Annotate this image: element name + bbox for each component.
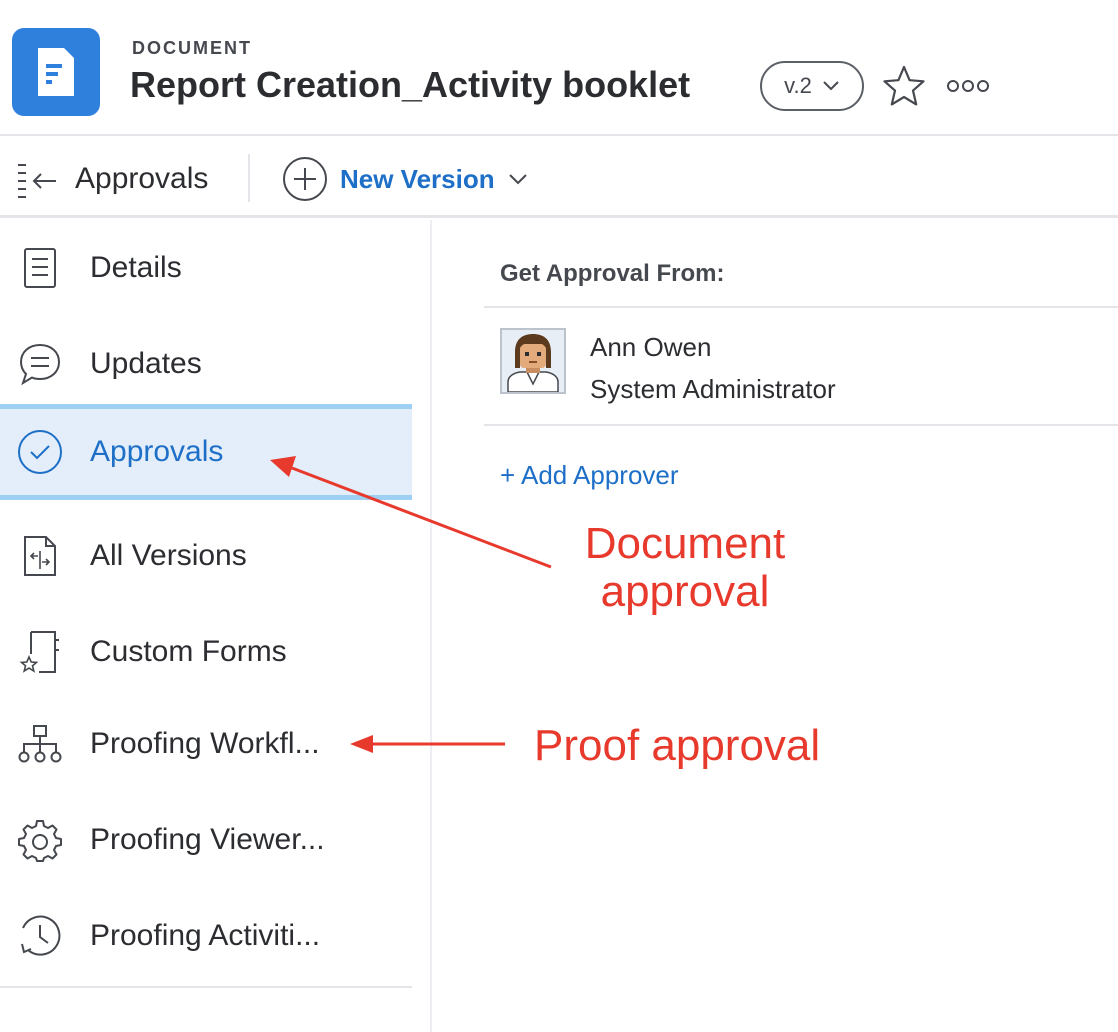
sidebar-item-updates[interactable]: Updates — [0, 316, 412, 412]
versions-icon — [16, 532, 64, 580]
sidebar-item-proofing-viewer[interactable]: Proofing Viewer... — [0, 792, 412, 888]
sidebar-item-label: Custom Forms — [90, 635, 287, 668]
toolbar-divider — [248, 154, 250, 202]
sidebar-item-label: All Versions — [90, 539, 247, 572]
chevron-down-icon — [823, 81, 839, 91]
document-approval-annotation: Document approval — [584, 519, 786, 617]
sidebar-item-custom-forms[interactable]: Custom Forms — [0, 604, 412, 700]
version-label: v.2 — [784, 73, 812, 98]
proof-approval-annotation: Proof approval — [534, 721, 821, 770]
new-version-button[interactable]: New Version — [282, 156, 529, 202]
document-title[interactable]: Report Creation_Activity booklet — [130, 64, 690, 106]
add-approver-link[interactable]: + Add Approver — [500, 460, 679, 491]
more-options-button[interactable] — [944, 72, 992, 100]
document-type-label: DOCUMENT — [132, 38, 252, 58]
approver-name: Ann Owen — [590, 332, 712, 362]
collapse-panel-icon[interactable] — [16, 162, 58, 198]
chevron-down-icon — [508, 174, 527, 185]
sidebar-item-label: Updates — [90, 347, 202, 380]
sidebar-item-label: Proofing Activiti... — [90, 919, 321, 952]
sidebar-item-all-versions[interactable]: All Versions — [0, 508, 412, 604]
workflow-icon — [16, 720, 64, 768]
history-icon — [16, 912, 64, 960]
sidebar-item-label: Proofing Viewer... — [90, 823, 325, 856]
sidebar-item-details[interactable]: Details — [0, 220, 412, 316]
sidebar-item-approvals[interactable]: Approvals — [0, 404, 412, 500]
check-circle-icon — [16, 428, 64, 476]
version-selector[interactable]: v.2 — [760, 61, 864, 111]
sidebar-item-proofing-workflow[interactable]: Proofing Workfl... — [0, 696, 412, 792]
document-icon — [12, 28, 100, 116]
sidebar-item-label: Proofing Workfl... — [90, 727, 320, 760]
sidebar-item-proofing-activities[interactable]: Proofing Activiti... — [0, 888, 412, 984]
more-options-icon — [947, 80, 989, 92]
document-header: DOCUMENT Report Creation_Activity bookle… — [0, 0, 1118, 136]
approvals-toolbar: Approvals New Version — [0, 138, 1118, 218]
approver-row: Ann Owen System Administrator — [500, 328, 1100, 408]
approval-heading: Get Approval From: — [500, 260, 725, 287]
plus-circle-icon — [283, 157, 327, 201]
custom-form-icon — [16, 628, 64, 676]
chat-bubble-icon — [16, 340, 64, 388]
divider — [484, 424, 1118, 426]
section-title: Approvals — [75, 162, 209, 195]
sidebar-divider — [0, 986, 412, 988]
new-version-label: New Version — [340, 163, 495, 194]
sidebar-item-label: Details — [90, 251, 182, 284]
avatar — [500, 328, 566, 394]
gear-icon — [16, 816, 64, 864]
divider — [484, 306, 1118, 308]
favorite-button[interactable] — [880, 62, 928, 110]
details-icon — [16, 244, 64, 292]
sidebar: Details Updates Approvals All Versions C… — [0, 220, 432, 1032]
sidebar-item-label: Approvals — [90, 435, 224, 468]
approver-role: System Administrator — [590, 374, 836, 404]
star-icon — [883, 65, 925, 106]
